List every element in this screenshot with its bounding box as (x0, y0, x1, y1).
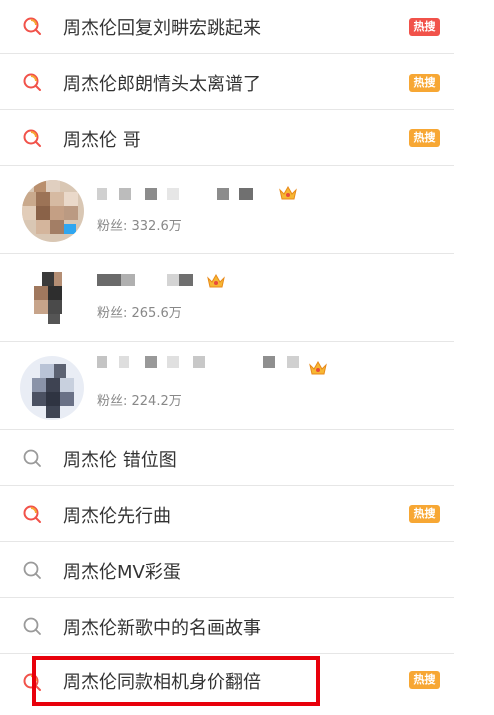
suggestion-label: 周杰伦回复刘畊宏跳起来 (63, 18, 261, 39)
username-blurred (97, 186, 267, 202)
user-result-row[interactable]: 粉丝: 332.6万 (0, 166, 454, 254)
highlight-annotation-box (32, 656, 320, 706)
avatar (22, 268, 84, 330)
hot-search-icon (23, 129, 41, 147)
username-blurred (97, 272, 217, 288)
hot-search-icon (23, 17, 41, 35)
user-result-row[interactable]: 粉丝: 224.2万 (0, 342, 454, 430)
crown-icon (309, 360, 327, 375)
crown-icon (279, 185, 297, 200)
suggestion-label: 周杰伦先行曲 (63, 506, 171, 527)
hot-badge: 热搜 (409, 129, 440, 147)
hot-search-icon (23, 73, 41, 91)
suggestion-label: 周杰伦郎朗情头太离谱了 (63, 74, 261, 95)
fans-count: 粉丝: 224.2万 (97, 394, 182, 409)
hot-badge: 热搜 (409, 18, 440, 36)
fans-count: 粉丝: 265.6万 (97, 306, 182, 321)
suggestion-label: 周杰伦新歌中的名画故事 (63, 618, 261, 639)
suggestion-row[interactable]: 周杰伦 错位图 (0, 430, 454, 486)
suggestion-row[interactable]: 周杰伦回复刘畊宏跳起来 热搜 (0, 0, 454, 54)
suggestion-row[interactable]: 周杰伦 哥 热搜 (0, 110, 454, 166)
hot-badge: 热搜 (409, 671, 440, 689)
avatar (22, 180, 84, 242)
suggestion-row[interactable]: 周杰伦MV彩蛋 (0, 542, 454, 598)
suggestion-label: 周杰伦 哥 (63, 130, 141, 151)
suggestion-row[interactable]: 周杰伦先行曲 热搜 (0, 486, 454, 542)
suggestion-label: 周杰伦 错位图 (63, 450, 177, 471)
fans-count: 粉丝: 332.6万 (97, 219, 182, 234)
crown-icon (207, 273, 225, 288)
username-blurred (97, 354, 307, 370)
hot-search-icon (23, 505, 41, 523)
avatar (20, 356, 84, 420)
user-result-row[interactable]: 粉丝: 265.6万 (0, 254, 454, 342)
hot-badge: 热搜 (409, 74, 440, 92)
search-icon (23, 617, 41, 635)
search-icon (23, 449, 41, 467)
suggestion-row[interactable]: 周杰伦郎朗情头太离谱了 热搜 (0, 54, 454, 110)
hot-badge: 热搜 (409, 505, 440, 523)
search-icon (23, 561, 41, 579)
suggestion-label: 周杰伦MV彩蛋 (63, 562, 181, 583)
suggestion-row[interactable]: 周杰伦新歌中的名画故事 (0, 598, 454, 654)
